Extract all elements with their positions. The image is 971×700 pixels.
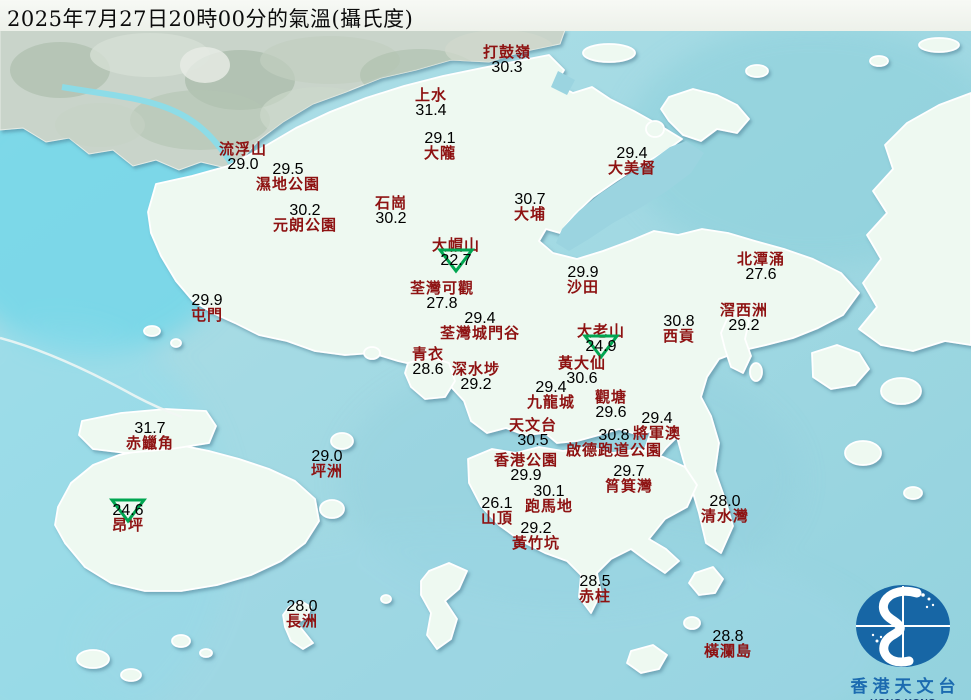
- hong-kong-map: [0, 0, 971, 700]
- hko-logo-chinese: 香港天文台: [850, 677, 961, 697]
- hko-logo: 香港天文台 HONG KONG OBSERVATORY: [832, 581, 971, 700]
- title-bar: 2025年7月27日20時00分的氣溫(攝氏度): [0, 0, 971, 31]
- map-title: 2025年7月27日20時00分的氣溫(攝氏度): [7, 7, 414, 31]
- hko-logo-icon: [856, 585, 950, 667]
- weather-map-screen: 2025年7月27日20時00分的氣溫(攝氏度) 打鼓嶺 30.3 上水 31.4 29…: [0, 0, 971, 700]
